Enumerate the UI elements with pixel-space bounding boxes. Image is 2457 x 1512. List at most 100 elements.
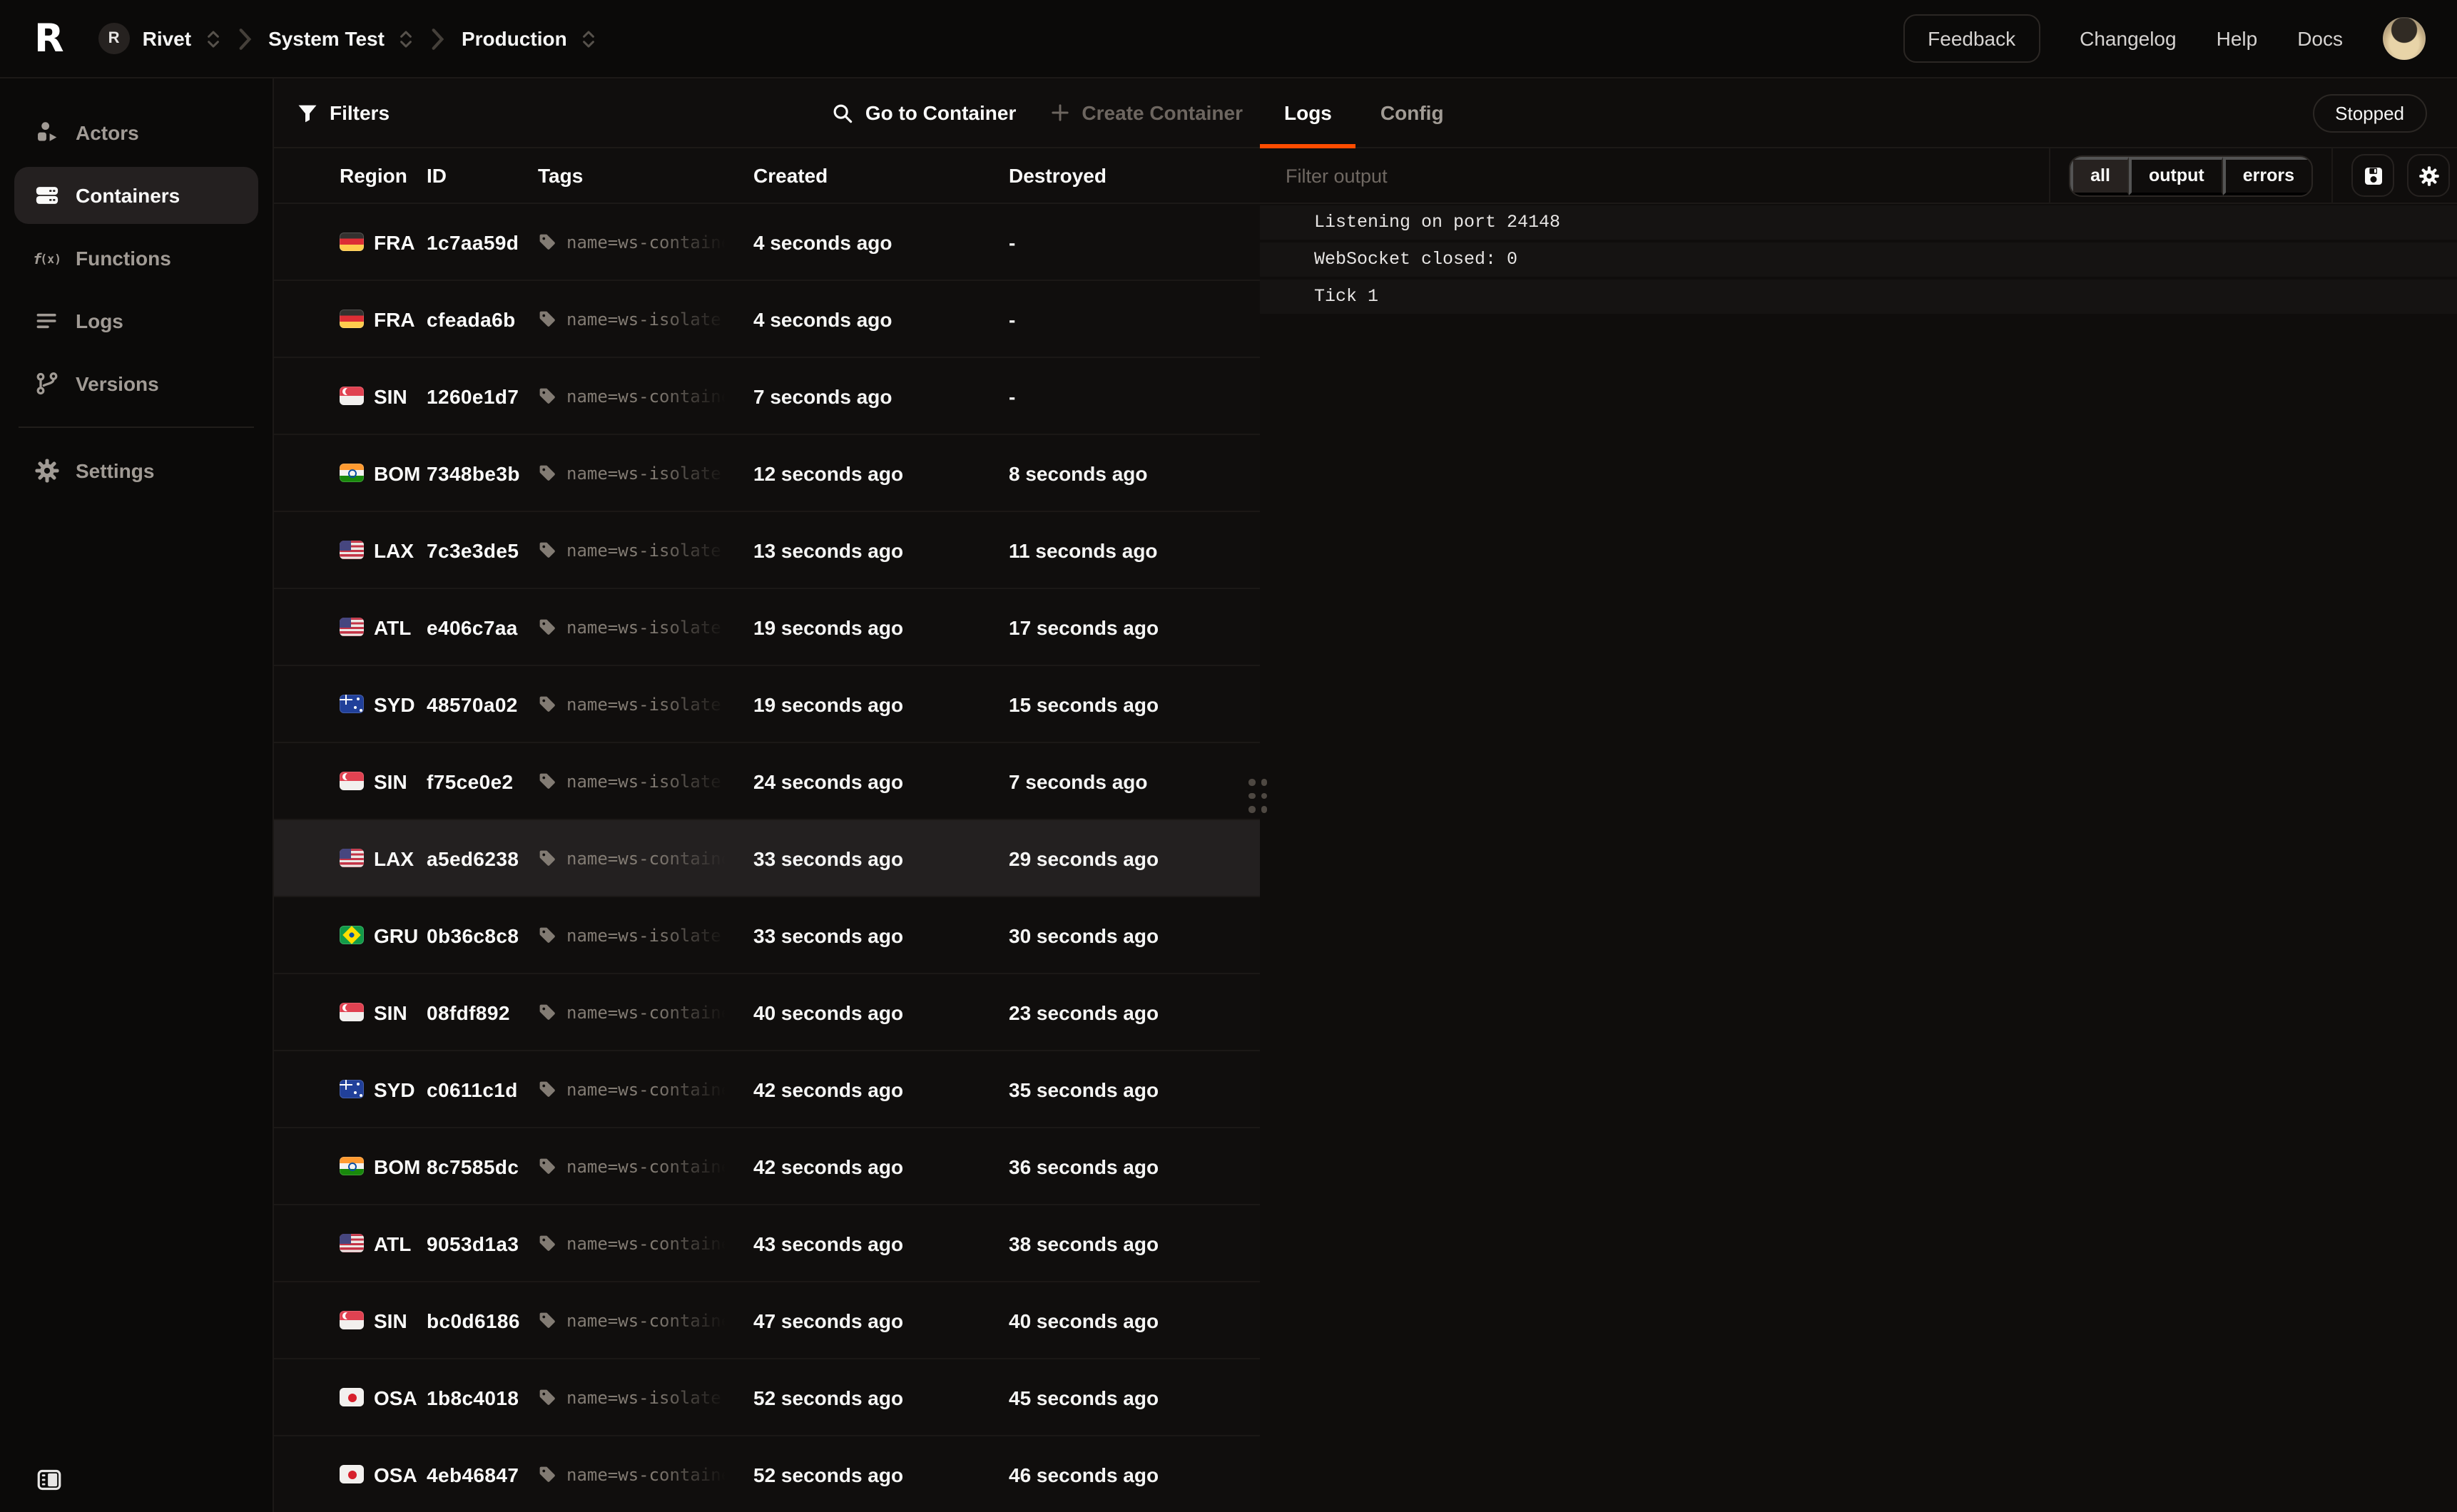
tags-cell: name=ws-isolate — [538, 925, 753, 945]
changelog-link[interactable]: Changelog — [2080, 27, 2176, 50]
region-code: BOM — [374, 461, 420, 484]
table-row[interactable]: FRAcfeada6bname=ws-isolate4 seconds ago- — [274, 281, 1260, 358]
log-filter-all[interactable]: all — [2070, 156, 2129, 195]
functions-icon: f(x) — [33, 245, 60, 272]
sidebar-item-functions[interactable]: f(x)Functions — [14, 230, 258, 287]
destroyed-time: 15 seconds ago — [1009, 693, 1260, 715]
filters-button[interactable]: Filters — [297, 101, 390, 124]
created-time: 47 seconds ago — [753, 1309, 1009, 1332]
sidebar-item-containers[interactable]: Containers — [14, 167, 258, 224]
go-to-container-label: Go to Container — [865, 101, 1017, 124]
breadcrumb-project[interactable]: System Test — [268, 27, 414, 50]
plus-icon — [1050, 103, 1070, 123]
region-code: ATL — [374, 615, 411, 638]
table-row[interactable]: GRU0b36c8c8name=ws-isolate33 seconds ago… — [274, 897, 1260, 974]
region-code: OSA — [374, 1386, 417, 1409]
tags-cell: name=ws-container — [538, 232, 753, 252]
containers-panel: Filters Go to Container Create Container… — [274, 78, 1260, 1512]
table-row[interactable]: LAXa5ed6238name=ws-container33 seconds a… — [274, 820, 1260, 897]
tabs-host: LogsConfig — [1260, 78, 1468, 147]
rivet-dashboard: R R Rivet System Test Pr — [0, 0, 2457, 1512]
column-header-tags: Tags — [538, 164, 753, 187]
logs-icon — [33, 307, 60, 334]
table-row[interactable]: OSA4eb46847name=ws-container52 seconds a… — [274, 1436, 1260, 1512]
sidebar-item-actors[interactable]: Actors — [14, 104, 258, 161]
table-row[interactable]: SIN1260e1d7name=ws-container7 seconds ag… — [274, 358, 1260, 435]
table-row[interactable]: OSA1b8c4018name=ws-isolate52 seconds ago… — [274, 1359, 1260, 1436]
tab-config[interactable]: Config — [1356, 78, 1468, 147]
table-row[interactable]: LAX7c3e3de5name=ws-isolate13 seconds ago… — [274, 512, 1260, 589]
created-time: 19 seconds ago — [753, 693, 1009, 715]
region-flag-icon-us — [340, 618, 364, 636]
region-flag-icon-sg — [340, 1311, 364, 1329]
go-to-container-button[interactable]: Go to Container — [833, 101, 1017, 124]
table-row[interactable]: SYDc0611c1dname=ws-container42 seconds a… — [274, 1051, 1260, 1128]
destroyed-time: 45 seconds ago — [1009, 1386, 1260, 1409]
tab-logs[interactable]: Logs — [1260, 78, 1356, 147]
destroyed-time: - — [1009, 230, 1260, 253]
tags-cell: name=ws-isolate — [538, 540, 753, 560]
help-link[interactable]: Help — [2217, 27, 2258, 50]
destroyed-time: 35 seconds ago — [1009, 1078, 1260, 1100]
table-row[interactable]: FRA1c7aa59dname=ws-container4 seconds ag… — [274, 204, 1260, 281]
toolbar-divider — [2331, 148, 2333, 203]
region-cell: SIN — [340, 1309, 427, 1332]
region-cell: SIN — [340, 1001, 427, 1023]
table-row[interactable]: SIN08fdf892name=ws-container40 seconds a… — [274, 974, 1260, 1051]
table-row[interactable]: BOM7348be3bname=ws-isolate12 seconds ago… — [274, 435, 1260, 512]
chevron-right-icon — [429, 26, 447, 51]
table-row[interactable]: BOM8c7585dcname=ws-container42 seconds a… — [274, 1128, 1260, 1205]
breadcrumb-org[interactable]: R Rivet — [98, 23, 221, 54]
table-row[interactable]: SYD48570a02name=ws-isolate19 seconds ago… — [274, 666, 1260, 743]
create-container-button[interactable]: Create Container — [1050, 101, 1243, 124]
sidebar-item-versions[interactable]: Versions — [14, 355, 258, 412]
region-cell: SYD — [340, 693, 427, 715]
save-icon — [2362, 165, 2384, 186]
log-filter-errors[interactable]: errors — [2223, 156, 2311, 195]
region-code: SIN — [374, 1309, 407, 1332]
filter-output-input[interactable] — [1260, 148, 2049, 203]
table-toolbar: Filters Go to Container Create Container — [274, 78, 1260, 148]
feedback-button[interactable]: Feedback — [1903, 14, 2040, 63]
destroyed-time: 30 seconds ago — [1009, 924, 1260, 946]
sidebar-item-label: Containers — [76, 184, 180, 207]
created-time: 52 seconds ago — [753, 1386, 1009, 1409]
table-header-row: RegionIDTagsCreatedDestroyed — [274, 148, 1260, 204]
docs-link[interactable]: Docs — [2297, 27, 2343, 50]
tag-icon — [538, 1080, 556, 1098]
table-row[interactable]: ATLe406c7aaname=ws-isolate19 seconds ago… — [274, 589, 1260, 666]
container-id: c0611c1d — [427, 1078, 538, 1100]
table-row[interactable]: SINbc0d6186name=ws-container47 seconds a… — [274, 1282, 1260, 1359]
breadcrumb-environment[interactable]: Production — [462, 27, 597, 50]
table-row[interactable]: ATL9053d1a3name=ws-container43 seconds a… — [274, 1205, 1260, 1282]
sidebar-item-logs[interactable]: Logs — [14, 292, 258, 349]
tag-value: name=ws-isolate — [566, 1387, 738, 1407]
table-row[interactable]: SINf75ce0e2name=ws-isolate24 seconds ago… — [274, 743, 1260, 820]
tags-cell: name=ws-isolate — [538, 463, 753, 483]
rivet-logo[interactable]: R — [34, 19, 61, 58]
tag-icon — [538, 772, 556, 790]
log-line: WebSocket closed: 0 — [1260, 242, 2457, 277]
tag-icon — [538, 926, 556, 944]
region-flag-icon-br — [340, 926, 364, 944]
sidebar-collapse-icon[interactable] — [37, 1468, 61, 1492]
tag-icon — [538, 695, 556, 713]
column-header-destroyed: Destroyed — [1009, 164, 1260, 187]
region-code: ATL — [374, 1232, 411, 1255]
destroyed-time: 8 seconds ago — [1009, 461, 1260, 484]
save-logs-button[interactable] — [2351, 154, 2394, 197]
sidebar: Actors Containers f(x)FunctionsLogs Version… — [0, 78, 274, 1512]
user-avatar[interactable] — [2383, 17, 2426, 60]
region-flag-icon-de — [340, 233, 364, 251]
destroyed-time: 40 seconds ago — [1009, 1309, 1260, 1332]
tags-cell: name=ws-container — [538, 1002, 753, 1022]
tags-cell: name=ws-container — [538, 1310, 753, 1330]
tags-cell: name=ws-isolate — [538, 617, 753, 637]
sidebar-item-settings[interactable]: Settings — [14, 442, 258, 499]
log-filter-output[interactable]: output — [2129, 156, 2223, 195]
log-settings-button[interactable] — [2407, 154, 2450, 197]
region-cell: SIN — [340, 384, 427, 407]
panel-resize-handle[interactable] — [1248, 779, 1267, 812]
tag-value: name=ws-container — [566, 1079, 738, 1099]
container-id: cfeada6b — [427, 307, 538, 330]
